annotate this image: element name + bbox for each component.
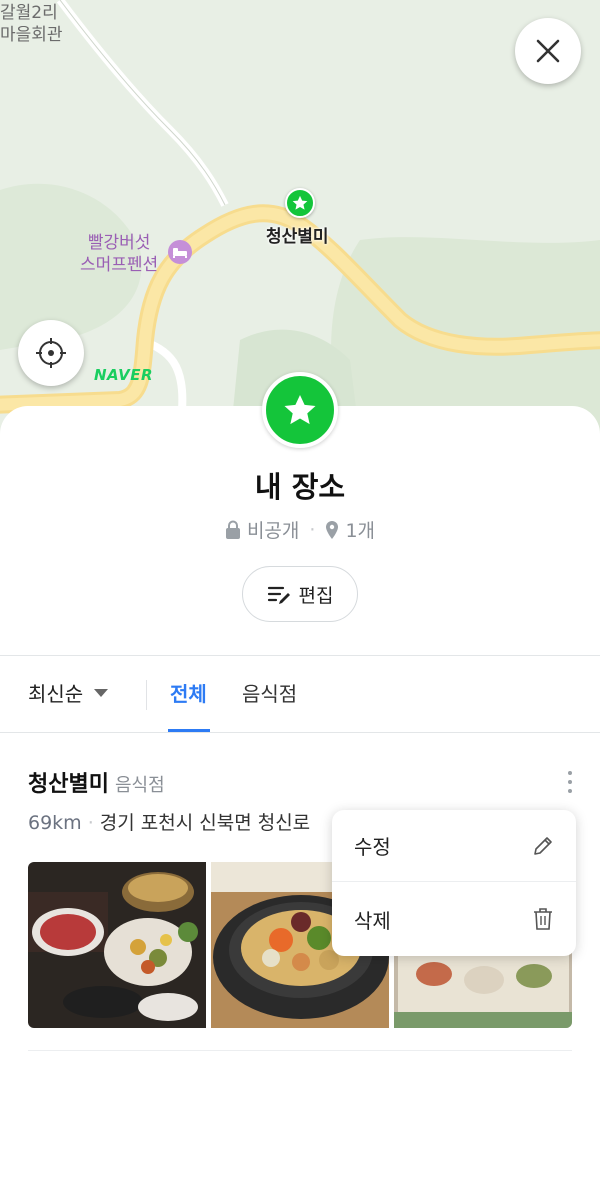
map-label-village-line2: 마을회관 <box>0 25 63 45</box>
place-address: 경기 포천시 신북면 청신로 <box>99 812 311 834</box>
divider <box>0 732 600 733</box>
photo-bbq-spread <box>28 862 206 1028</box>
map-label-village: 갈월2리 마을회관 <box>0 2 63 46</box>
menu-item-delete-label: 삭제 <box>354 908 391 933</box>
edit-list-icon <box>267 586 290 604</box>
locate-button[interactable] <box>18 320 84 386</box>
menu-item-edit-label: 수정 <box>354 835 391 859</box>
map-label-pension[interactable]: 빨강버섯 스머프펜션 <box>80 232 158 276</box>
star-icon <box>284 394 316 425</box>
trash-icon <box>534 908 552 930</box>
menu-item-delete[interactable]: 삭제 <box>332 883 576 955</box>
filter-bar: 최신순 전체 음식점 <box>0 656 600 732</box>
folder-title: 내 장소 <box>254 470 346 504</box>
edit-button[interactable]: 편집 <box>242 566 358 622</box>
map-label-pension-line2: 스머프펜션 <box>80 255 159 275</box>
map-label-village-line1: 갈월2리 <box>0 3 58 23</box>
close-button[interactable] <box>515 18 581 84</box>
place-context-menu: 수정 삭제 <box>332 810 576 956</box>
folder-badge <box>262 372 338 448</box>
naver-logo: NAVER <box>94 366 154 384</box>
sort-label: 최신순 <box>28 682 84 706</box>
folder-meta: 비공개 · 1개 <box>0 516 600 543</box>
bed-icon[interactable] <box>168 240 192 264</box>
crosshair-icon <box>36 338 66 368</box>
place-list-item[interactable]: 청산별미 음식점 <box>28 766 572 798</box>
visibility-text: 비공개 <box>246 520 300 542</box>
meta-separator: · <box>309 518 316 541</box>
location-pin-icon <box>326 520 339 539</box>
address-separator: · <box>87 812 94 834</box>
more-options-button[interactable] <box>556 768 584 796</box>
close-icon <box>536 39 560 63</box>
saved-place-map-label[interactable]: 청산별미 <box>266 222 329 247</box>
pencil-icon <box>534 836 552 855</box>
more-vertical-icon <box>568 771 572 793</box>
divider <box>28 1050 572 1051</box>
tab-all[interactable]: 전체 <box>170 678 207 732</box>
caret-down-icon <box>94 688 109 697</box>
place-address-line: 69km · 경기 포천시 신북면 청신로 <box>28 808 348 835</box>
place-distance: 69km <box>28 812 82 834</box>
star-icon <box>292 195 308 210</box>
filter-separator <box>146 680 147 710</box>
place-category: 음식점 <box>114 775 165 796</box>
tab-restaurant[interactable]: 음식점 <box>242 678 297 732</box>
lock-icon <box>225 520 240 539</box>
saved-place-pin[interactable] <box>285 188 315 218</box>
sort-dropdown[interactable]: 최신순 <box>28 678 109 707</box>
place-photo-1[interactable] <box>28 862 206 1028</box>
edit-button-label: 편집 <box>298 584 334 607</box>
place-name[interactable]: 청산별미 <box>28 772 109 797</box>
map-label-pension-line1: 빨강버섯 <box>87 233 151 253</box>
menu-item-edit[interactable]: 수정 <box>332 810 576 882</box>
place-count: 1개 <box>345 520 376 542</box>
bed-icon-glyph <box>173 248 187 258</box>
